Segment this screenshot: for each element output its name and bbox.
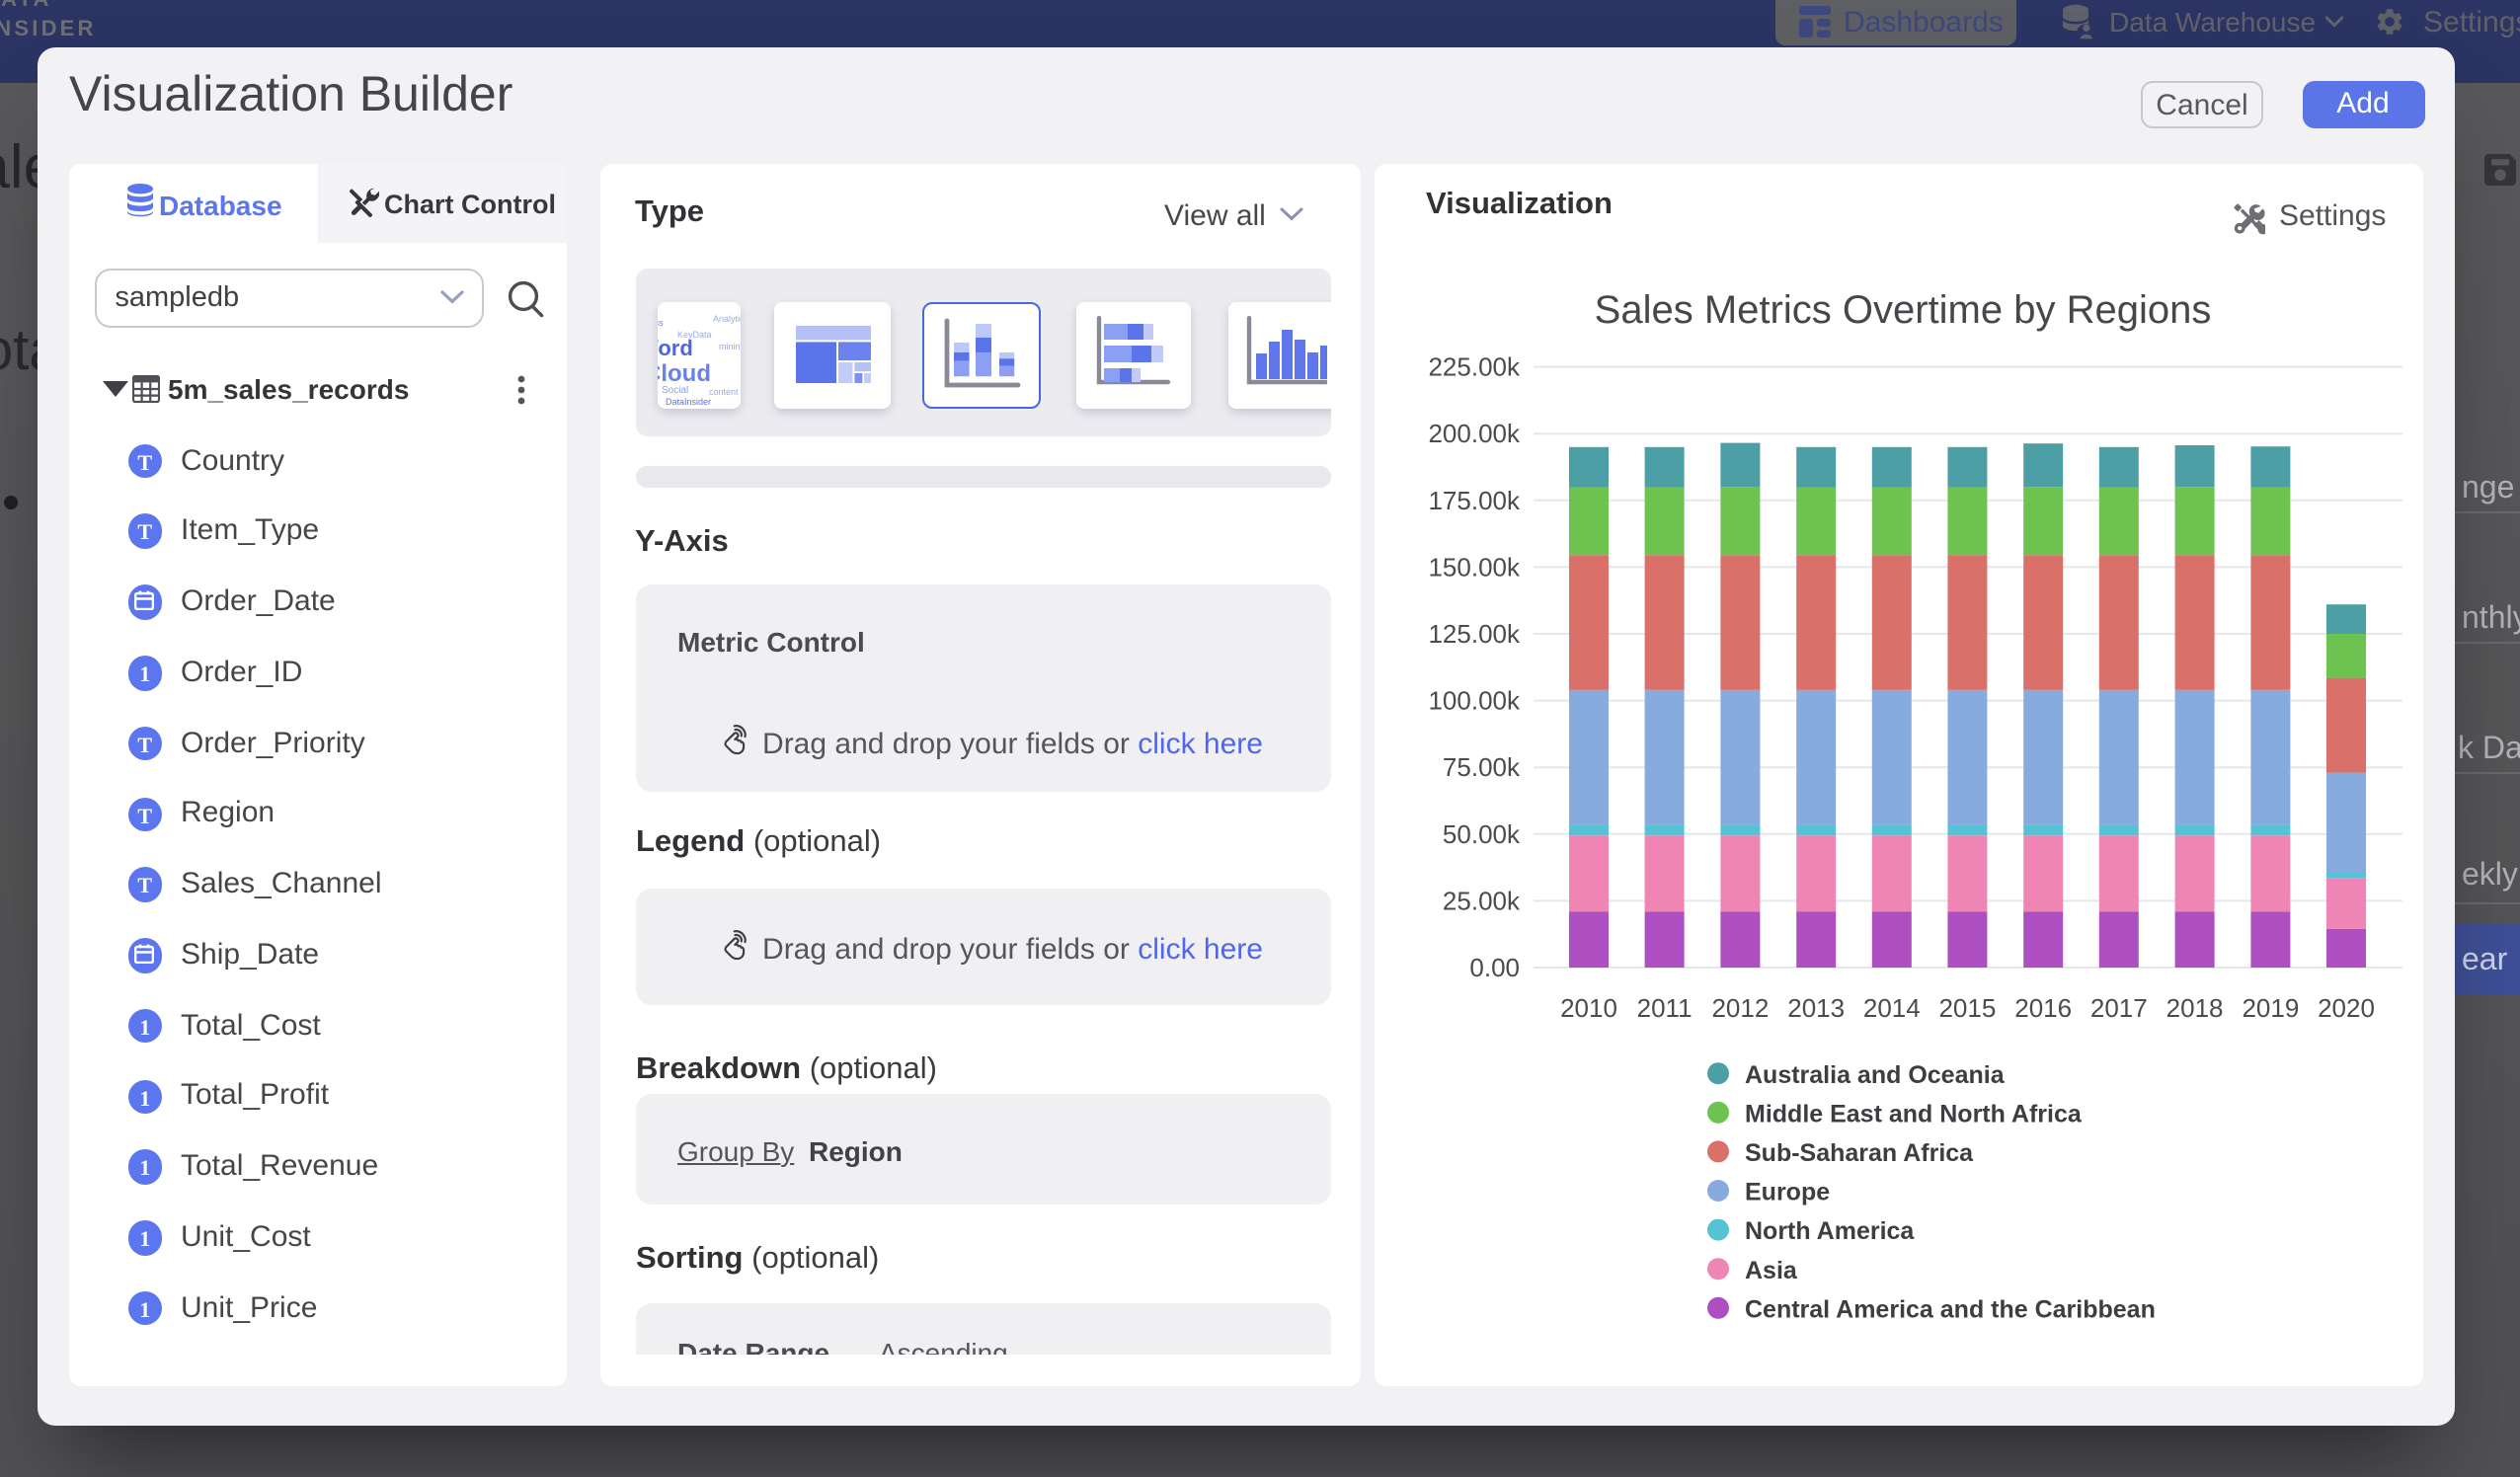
svg-text:100.00k: 100.00k (1427, 686, 1520, 716)
svg-text:2019: 2019 (2241, 993, 2298, 1023)
svg-text:North America: North America (1744, 1217, 1914, 1245)
svg-text:200.00k: 200.00k (1427, 419, 1520, 448)
svg-text:Europe: Europe (1744, 1179, 1829, 1206)
svg-text:50.00k: 50.00k (1442, 819, 1520, 849)
svg-text:Australia and Oceania: Australia and Oceania (1744, 1061, 2005, 1089)
svg-text:2011: 2011 (1636, 993, 1692, 1023)
svg-text:Asia: Asia (1744, 1257, 1797, 1284)
svg-text:175.00k: 175.00k (1427, 486, 1520, 515)
svg-text:2017: 2017 (2089, 993, 2147, 1023)
svg-text:150.00k: 150.00k (1427, 552, 1520, 582)
svg-text:2014: 2014 (1862, 993, 1920, 1023)
svg-text:Sales Metrics Overtime by Regi: Sales Metrics Overtime by Regions (1594, 288, 2211, 332)
svg-text:2010: 2010 (1559, 993, 1616, 1023)
svg-text:Sub-Saharan Africa: Sub-Saharan Africa (1744, 1139, 1973, 1167)
svg-text:225.00k: 225.00k (1427, 352, 1520, 382)
svg-text:Central America and the Caribb: Central America and the Caribbean (1744, 1295, 2155, 1323)
svg-text:2018: 2018 (2166, 993, 2223, 1023)
svg-text:0.00: 0.00 (1468, 953, 1519, 982)
svg-text:75.00k: 75.00k (1442, 752, 1520, 782)
svg-text:2015: 2015 (1937, 993, 1995, 1023)
svg-text:Middle East and North Africa: Middle East and North Africa (1744, 1100, 2082, 1127)
svg-text:2012: 2012 (1710, 993, 1768, 1023)
svg-text:2013: 2013 (1786, 993, 1844, 1023)
svg-text:25.00k: 25.00k (1442, 886, 1520, 915)
svg-text:2016: 2016 (2013, 993, 2071, 1023)
svg-text:2020: 2020 (2317, 993, 2374, 1023)
svg-text:125.00k: 125.00k (1427, 619, 1520, 649)
